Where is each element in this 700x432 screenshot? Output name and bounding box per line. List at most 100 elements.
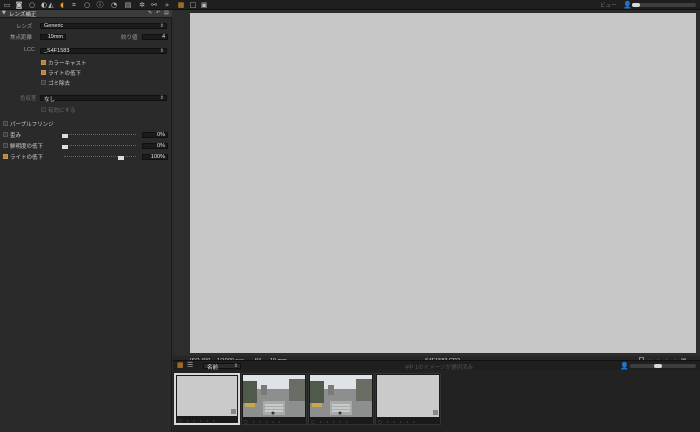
thumbnail-image [377, 375, 439, 417]
focal-length-label: 焦点距離 [10, 35, 33, 41]
focal-length-field[interactable]: 19mm [40, 34, 66, 40]
info-icon[interactable]: ⓘ [96, 1, 104, 9]
chevron-updown-icon: ⇕ [233, 363, 238, 369]
aberration-select[interactable]: なし ⇕ [40, 95, 167, 103]
aberration-apply-checkbox[interactable] [41, 107, 46, 112]
thumb-size-slider-knob[interactable] [654, 364, 662, 368]
chevron-updown-icon: ⇕ [159, 95, 164, 101]
light-falloff-value: 100% [150, 154, 165, 160]
image-viewer: ISO 400 1/1000 sec f/4 19 mm _S4F1583.CR… [173, 10, 700, 366]
sharpness-falloff-checkbox[interactable] [3, 143, 8, 148]
list-view-icon[interactable]: ☰ [187, 361, 193, 369]
aberration-apply-label: 有効にする [48, 108, 76, 114]
browser-toolbar: ▦ ☰ 名前 ⇕ 4中 1のイメージが選択済み 👤 [173, 360, 700, 371]
street-photo [310, 375, 372, 417]
sharpness-falloff-slider-knob[interactable] [62, 145, 68, 149]
color-cast-label: カラーキャスト [48, 61, 87, 67]
panel-header: ▼ レンズ補正 ✎ ↶ ▤ [0, 10, 172, 18]
thumbnail[interactable]: ▢ • • • • • [241, 373, 307, 425]
thumbnail-image [243, 375, 305, 417]
user-icon: 👤 [620, 362, 629, 370]
light-falloff-slider-knob[interactable] [118, 156, 124, 160]
folder-icon[interactable]: ▭ [3, 1, 11, 9]
thumbnail-image [310, 375, 372, 417]
gear-icon[interactable]: ✲ [138, 1, 146, 9]
panel-menu-icon[interactable]: ▤ [164, 10, 169, 16]
sort-select[interactable]: 名前 ⇕ [203, 363, 241, 371]
more-icon[interactable]: » [163, 1, 171, 9]
distortion-value-field[interactable]: 0% [142, 132, 168, 138]
dust-removal-label: ゴミ除去 [48, 81, 71, 87]
thumbnail-badge [231, 409, 236, 414]
view-label: ビュー [600, 3, 617, 9]
distortion-slider-knob[interactable] [62, 134, 68, 138]
distortion-checkbox[interactable] [3, 132, 8, 137]
lcc-select[interactable]: _S4F1583 ⇕ [40, 48, 167, 54]
reset-icon[interactable]: ↶ [156, 10, 160, 16]
pick-icon[interactable]: ✎ [148, 10, 152, 16]
thumbnail-badge [433, 410, 438, 415]
grid-view-icon[interactable]: ▦ [177, 1, 185, 9]
list-icon[interactable]: ▤ [124, 1, 132, 9]
aperture-value: 4 [161, 34, 165, 40]
aberration-value: なし [44, 97, 56, 103]
thumbnail-rating[interactable]: ▢ • • • • • [244, 419, 282, 424]
brush-icon[interactable]: ◖ [58, 1, 66, 9]
thumb-size-slider[interactable] [630, 364, 696, 368]
light-falloff-slider[interactable] [64, 156, 136, 161]
thumbnail-rating[interactable]: ▢ • • • • • [311, 419, 349, 424]
thumbnail-rating[interactable]: ▢ • • • • • [178, 418, 216, 423]
grid-view-icon[interactable]: ▦ [177, 361, 184, 369]
light-falloff-slider-checkbox[interactable] [3, 154, 8, 159]
lens-correction-panel: ▼ レンズ補正 ✎ ↶ ▤ レンズ Generic ⇕ 焦点距離 19mm 絞り… [0, 10, 172, 432]
layers-icon[interactable]: ◭ [47, 1, 55, 9]
distortion-value: 0% [157, 132, 165, 138]
camera-icon[interactable]: ◙ [15, 1, 23, 9]
color-cast-checkbox[interactable] [41, 60, 46, 65]
thumbnail-browser: ▢ • • • • • ▢ • • • • • ▢ • • • • • ▢ • … [173, 370, 700, 432]
share-icon[interactable]: ⚯ [150, 1, 158, 9]
street-photo [243, 375, 305, 417]
purple-fringe-label: パープルフリンジ [10, 122, 54, 128]
aberration-label: 色収差 [20, 96, 37, 102]
sharpness-falloff-slider[interactable] [64, 145, 136, 150]
distortion-slider[interactable] [64, 134, 136, 139]
thumbnail-image [177, 376, 237, 416]
zoom-slider-knob[interactable] [632, 3, 640, 7]
light-falloff-checkbox[interactable] [41, 70, 46, 75]
crop-icon[interactable]: ⌗ [70, 1, 78, 9]
light-falloff-value-field[interactable]: 100% [142, 154, 168, 160]
image-preview[interactable] [190, 13, 696, 353]
lens-select[interactable]: Generic ⇕ [40, 23, 167, 29]
main-toolbar: ▭ ◙ ○ ◐ ◭ ◖ ⌗ ○ ⓘ ◔ ▤ ✲ ⚯ » ▦ □ ▣ ビュー 👤 [0, 0, 700, 10]
sharpness-falloff-label: 鮮明度の低下 [10, 144, 44, 150]
thumbnail-rating[interactable]: ▢ • • • • • [378, 419, 416, 424]
light-falloff-label: ライトの低下 [48, 71, 82, 77]
focal-length-value: 19mm [47, 34, 63, 40]
purple-fringe-checkbox[interactable] [3, 121, 8, 126]
chevron-updown-icon: ⇕ [159, 23, 164, 29]
distortion-label: 歪み [10, 133, 22, 139]
sharpness-falloff-value: 0% [157, 143, 165, 149]
dust-removal-checkbox[interactable] [41, 80, 46, 85]
lens-label: レンズ [16, 24, 33, 30]
thumbnail[interactable]: ▢ • • • • • [375, 373, 441, 425]
zoom-slider[interactable] [632, 3, 696, 7]
light-falloff-slider-label: ライトの低下 [10, 155, 44, 161]
search-icon[interactable]: ○ [28, 1, 36, 9]
compare-view-icon[interactable]: ▣ [200, 1, 208, 9]
sharpness-falloff-value-field[interactable]: 0% [142, 143, 168, 149]
panel-title: レンズ補正 [9, 12, 37, 18]
aperture-field[interactable]: 4 [142, 34, 168, 40]
chat-icon[interactable]: ○ [83, 1, 91, 9]
clock-icon[interactable]: ◔ [110, 1, 118, 9]
lcc-label: LCC [24, 47, 36, 53]
collapse-icon[interactable]: ▼ [2, 10, 6, 16]
chevron-updown-icon: ⇕ [159, 48, 164, 54]
lcc-value: _S4F1583 [44, 48, 70, 54]
thumbnail[interactable]: ▢ • • • • • [174, 373, 240, 425]
user-icon: 👤 [623, 1, 632, 9]
single-view-icon[interactable]: □ [189, 1, 197, 9]
lens-value: Generic [44, 23, 64, 29]
thumbnail[interactable]: ▢ • • • • • [308, 373, 374, 425]
